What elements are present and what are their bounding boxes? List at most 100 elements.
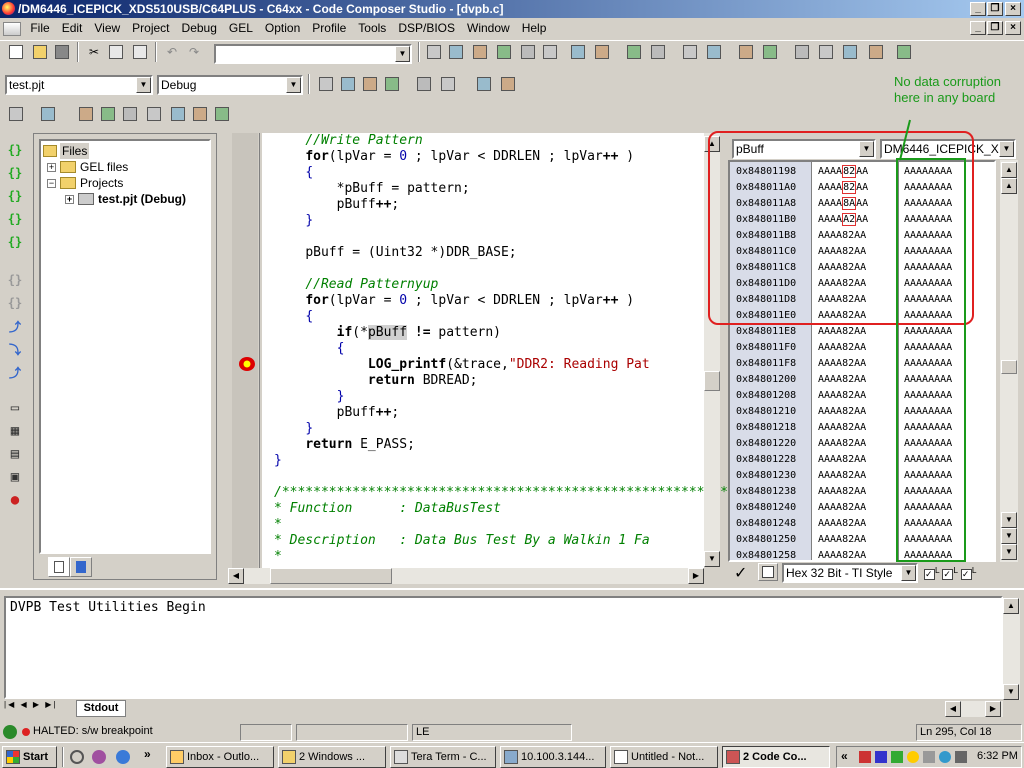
menu-file[interactable]: File: [24, 18, 55, 38]
debug-toolbar-icon-12[interactable]: ▦: [5, 421, 25, 441]
file-view-tab[interactable]: [48, 557, 70, 577]
toolbar3-icon-3[interactable]: [76, 104, 96, 124]
memory-options[interactable]: ✓ L ✓ L ✓ L: [924, 565, 1018, 581]
toolbar1-icon-17[interactable]: [840, 42, 860, 62]
menu-help[interactable]: Help: [516, 18, 553, 38]
properties-icon[interactable]: [758, 563, 778, 581]
toolbar2-icon-3[interactable]: [360, 74, 380, 94]
toolbar1-icon-1[interactable]: [424, 42, 444, 62]
menu-debug[interactable]: Debug: [176, 18, 223, 38]
toolbar1-icon-18[interactable]: [866, 42, 886, 62]
toolbar2-icon-2[interactable]: [338, 74, 358, 94]
doc-restore-button[interactable]: ❐: [987, 21, 1003, 35]
tray-chevron-icon[interactable]: «: [841, 749, 848, 763]
toolbar1-icon-5[interactable]: [518, 42, 538, 62]
restore-button[interactable]: ❐: [987, 2, 1003, 16]
checkmark-icon[interactable]: ✓: [734, 563, 747, 583]
toolbar1-icon-10[interactable]: [648, 42, 668, 62]
toolbar1-icon-15[interactable]: [792, 42, 812, 62]
debug-toolbar-icon-15[interactable]: ●: [5, 490, 25, 510]
toolbar2-icon-1[interactable]: [316, 74, 336, 94]
toolbar1-icon-12[interactable]: [704, 42, 724, 62]
debug-toolbar-icon-6[interactable]: {}: [5, 270, 25, 290]
toolbar1-icon-6[interactable]: [540, 42, 560, 62]
tree-item-gel[interactable]: + GEL files: [47, 159, 128, 175]
ie-icon[interactable]: [116, 750, 130, 764]
start-button[interactable]: Start: [2, 746, 57, 768]
open-icon[interactable]: [30, 42, 50, 62]
bookmark-tab[interactable]: [70, 557, 92, 577]
toolbar1-icon-7[interactable]: [568, 42, 588, 62]
memory-vscrollbar[interactable]: ▲ ▲ ▼ ▼ ▼: [1000, 160, 1018, 562]
toolbar2-icon-7[interactable]: [474, 74, 494, 94]
debug-toolbar-icon-11[interactable]: ▭: [5, 398, 25, 418]
toolbar1-icon-4[interactable]: [494, 42, 514, 62]
debug-toolbar-icon-13[interactable]: ▤: [5, 444, 25, 464]
output-hscrollbar[interactable]: ◀ ▶: [945, 701, 1003, 717]
debug-toolbar-icon-10[interactable]: ⤴: [5, 362, 25, 382]
taskbar-item[interactable]: Tera Term - C...: [390, 746, 496, 768]
editor-hscrollbar[interactable]: ◀ ▶: [228, 568, 704, 584]
toolbar1-icon-19[interactable]: [894, 42, 914, 62]
toolbar1-icon-2[interactable]: [446, 42, 466, 62]
toolbar1-icon-14[interactable]: [760, 42, 780, 62]
toolbar3-icon-2[interactable]: [38, 104, 58, 124]
debug-toolbar-icon-9[interactable]: ⤵: [5, 339, 25, 359]
taskbar-item[interactable]: 2 Code Co...: [722, 746, 830, 768]
debug-toolbar-icon-1[interactable]: {}: [5, 140, 25, 160]
new-icon[interactable]: [6, 42, 26, 62]
taskbar-item[interactable]: Inbox - Outlo...: [166, 746, 274, 768]
memory-format-combo[interactable]: Hex 32 Bit - TI Style ▼: [782, 563, 918, 583]
doc-minimize-button[interactable]: _: [970, 21, 986, 35]
debug-toolbar-icon-4[interactable]: {}: [5, 209, 25, 229]
cut-icon[interactable]: ✂: [84, 42, 104, 62]
quicklaunch-icon-2[interactable]: [92, 750, 106, 764]
taskbar-item[interactable]: 2 Windows ...: [278, 746, 386, 768]
toolbar1-icon-13[interactable]: [736, 42, 756, 62]
debug-toolbar-icon-3[interactable]: {}: [5, 186, 25, 206]
stdout-output[interactable]: DVPB Test Utilities Begin: [4, 596, 1003, 699]
toolbar3-icon-1[interactable]: [6, 104, 26, 124]
project-combo[interactable]: test.pjt ▼: [5, 75, 153, 95]
taskbar-item[interactable]: 10.100.3.144...: [500, 746, 606, 768]
toolbar1-icon-9[interactable]: [624, 42, 644, 62]
quicklaunch-icon-1[interactable]: [70, 750, 84, 764]
tree-item-project[interactable]: + test.pjt (Debug): [65, 191, 186, 207]
copy-icon[interactable]: [106, 42, 126, 62]
toolbar2-icon-6[interactable]: [438, 74, 458, 94]
menu-tools[interactable]: Tools: [352, 18, 392, 38]
toolbar3-icon-6[interactable]: [144, 104, 164, 124]
menu-edit[interactable]: Edit: [56, 18, 89, 38]
toolbar3-icon-4[interactable]: [98, 104, 118, 124]
toolbar1-icon-8[interactable]: [592, 42, 612, 62]
toolbar1-icon-16[interactable]: [816, 42, 836, 62]
toolbar2-icon-5[interactable]: [414, 74, 434, 94]
menu-dsp-bios[interactable]: DSP/BIOS: [392, 18, 461, 38]
menu-profile[interactable]: Profile: [306, 18, 352, 38]
save-icon[interactable]: [52, 42, 72, 62]
debug-toolbar-icon-8[interactable]: ⤴: [5, 316, 25, 336]
toolbar1-icon-11[interactable]: [680, 42, 700, 62]
quicklaunch-more-icon[interactable]: »: [144, 747, 151, 761]
menu-gel[interactable]: GEL: [223, 18, 259, 38]
output-vscrollbar[interactable]: ▲ ▼: [1003, 598, 1020, 700]
output-tab-navigation[interactable]: |◀ ◀ ▶ ▶|: [4, 700, 76, 716]
document-icon[interactable]: [3, 21, 21, 36]
paste-icon[interactable]: [130, 42, 150, 62]
taskbar-item[interactable]: Untitled - Not...: [610, 746, 718, 768]
menu-window[interactable]: Window: [461, 18, 516, 38]
config-combo[interactable]: Debug ▼: [157, 75, 303, 95]
undo-icon[interactable]: ↶: [162, 42, 182, 62]
debug-toolbar-icon-5[interactable]: {}: [5, 232, 25, 252]
toolbar2-icon-4[interactable]: [382, 74, 402, 94]
find-combo[interactable]: ▼: [214, 44, 412, 64]
close-button[interactable]: ×: [1005, 2, 1021, 16]
toolbar3-icon-7[interactable]: [168, 104, 188, 124]
toolbar2-icon-8[interactable]: [498, 74, 518, 94]
menu-option[interactable]: Option: [259, 18, 306, 38]
menu-project[interactable]: Project: [126, 18, 175, 38]
toolbar3-icon-9[interactable]: [212, 104, 232, 124]
redo-icon[interactable]: ↷: [184, 42, 204, 62]
tab-stdout[interactable]: Stdout: [76, 700, 126, 717]
doc-close-button[interactable]: ×: [1005, 21, 1021, 35]
